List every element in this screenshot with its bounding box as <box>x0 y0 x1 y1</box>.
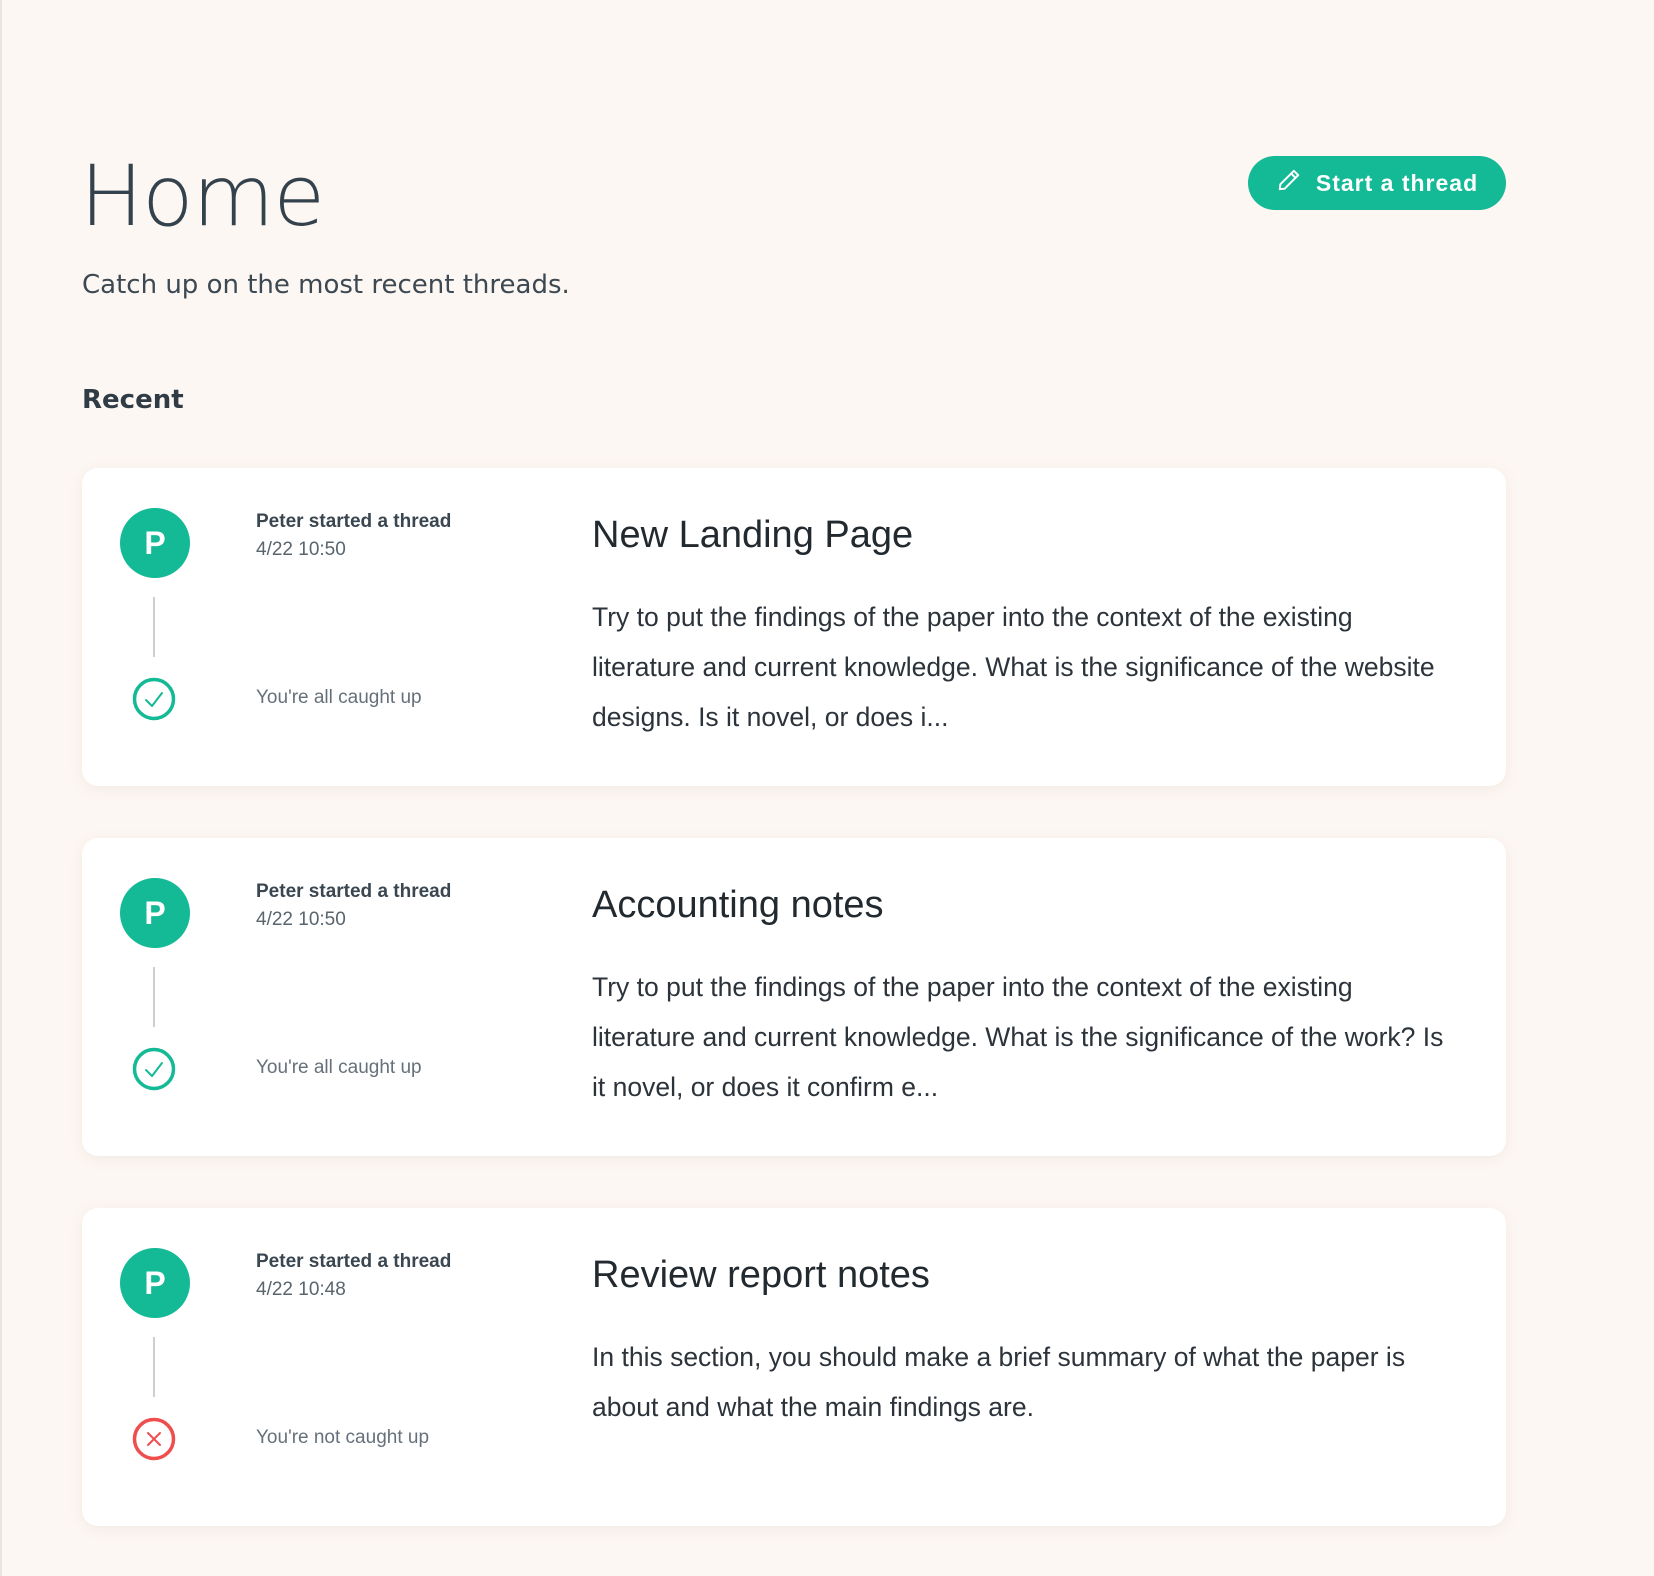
pencil-icon <box>1276 167 1302 199</box>
start-thread-button[interactable]: Start a thread <box>1248 156 1506 210</box>
check-circle-icon <box>131 676 177 722</box>
page-title: Home <box>80 147 325 245</box>
thread-author-line: Peter started a thread <box>256 511 452 532</box>
thread-timestamp: 4/22 10:48 <box>256 1279 346 1300</box>
thread-card[interactable]: P Peter started a thread 4/22 10:50 You'… <box>82 838 1506 1156</box>
thread-status-text: You're all caught up <box>256 687 422 708</box>
thread-excerpt: Try to put the findings of the paper int… <box>592 602 1435 732</box>
avatar: P <box>120 1248 190 1318</box>
page-edge-divider <box>0 0 2 1576</box>
check-circle-icon <box>131 1046 177 1092</box>
thread-timestamp: 4/22 10:50 <box>256 539 346 560</box>
start-thread-label: Start a thread <box>1315 169 1479 196</box>
page-subtitle: Catch up on the most recent threads. <box>82 270 570 300</box>
thread-excerpt: Try to put the findings of the paper int… <box>592 972 1444 1102</box>
avatar: P <box>120 508 190 578</box>
timeline-connector <box>153 967 155 1027</box>
x-circle-icon <box>131 1416 177 1462</box>
thread-status-text: You're not caught up <box>256 1427 430 1448</box>
thread-author-line: Peter started a thread <box>256 1251 452 1272</box>
thread-timestamp: 4/22 10:50 <box>256 909 346 930</box>
thread-title[interactable]: Review report notes <box>592 1252 930 1298</box>
thread-title[interactable]: New Landing Page <box>592 512 913 558</box>
timeline-connector <box>153 597 155 657</box>
thread-title[interactable]: Accounting notes <box>592 882 884 928</box>
timeline-connector <box>153 1337 155 1397</box>
thread-excerpt: In this section, you should make a brief… <box>592 1342 1406 1422</box>
thread-card[interactable]: P Peter started a thread 4/22 10:48 You'… <box>82 1208 1506 1526</box>
recent-section-title: Recent <box>82 385 184 415</box>
thread-author-line: Peter started a thread <box>256 881 452 902</box>
avatar: P <box>120 878 190 948</box>
thread-card[interactable]: P Peter started a thread 4/22 10:50 You'… <box>82 468 1506 786</box>
thread-status-text: You're all caught up <box>256 1057 422 1078</box>
